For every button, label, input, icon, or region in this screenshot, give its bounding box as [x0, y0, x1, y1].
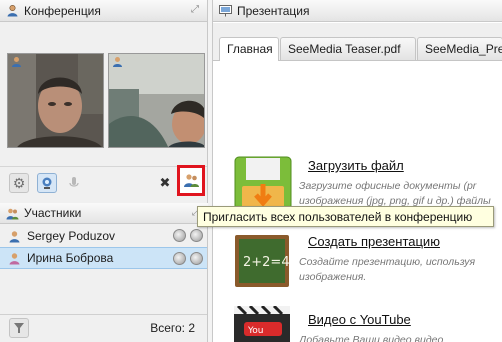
- divider: [0, 166, 207, 167]
- tab-home[interactable]: Главная: [219, 37, 279, 61]
- video-tile-2[interactable]: [108, 53, 205, 148]
- microphone-button[interactable]: [64, 173, 84, 193]
- webcam-status-icon[interactable]: [173, 252, 186, 265]
- conference-panel-header: Конференция ⤢: [0, 0, 207, 22]
- close-icon: ✖: [159, 175, 171, 190]
- participant-name: Ирина Боброва: [27, 251, 114, 265]
- svg-text:2+2=4: 2+2=4: [243, 255, 290, 270]
- video-feed-2: [109, 54, 204, 147]
- filter-button[interactable]: [9, 318, 29, 338]
- user-icon: [9, 230, 20, 242]
- upload-file-description: Загрузите офисные документы (pr изображе…: [299, 180, 491, 207]
- camera-toggle-button[interactable]: [37, 173, 57, 193]
- participants-total: Всего: 2: [150, 321, 195, 335]
- create-presentation-description: Создайте презентацию, используя изображе…: [299, 256, 476, 283]
- upload-file-icon: [234, 156, 292, 212]
- participants-icon: [6, 208, 19, 219]
- settings-button[interactable]: ⚙: [9, 173, 29, 193]
- video-tile-1[interactable]: [7, 53, 104, 148]
- presentation-panel-header: Презентация: [213, 0, 502, 22]
- remove-button[interactable]: ✖: [155, 173, 175, 193]
- participant-badge-icon: [12, 57, 21, 67]
- participants-footer: Всего: 2: [0, 314, 207, 342]
- invite-tooltip: Пригласить всех пользователей в конферен…: [197, 206, 494, 227]
- chalkboard-icon: 2+2=4: [235, 235, 290, 287]
- invite-all-button[interactable]: [177, 165, 205, 196]
- tab-seemedia-teaser[interactable]: SeeMedia Teaser.pdf: [280, 37, 416, 60]
- participant-badge-icon: [113, 57, 122, 67]
- tab-seemedia-pres[interactable]: SeeMedia_Pres: [417, 37, 502, 60]
- tab-label: SeeMedia_Pres: [425, 42, 502, 56]
- presentation-panel-title: Презентация: [237, 3, 310, 18]
- participant-name: Sergey Poduzov: [27, 229, 116, 243]
- microphone-icon: [69, 177, 79, 187]
- upload-file-link[interactable]: Загрузить файл: [308, 158, 404, 173]
- presentation-icon: [219, 5, 232, 17]
- expand-icon[interactable]: ⤢: [191, 5, 201, 15]
- tab-label: Главная: [227, 42, 273, 56]
- user-icon: [9, 252, 20, 264]
- participant-row[interactable]: Sergey Poduzov: [0, 225, 207, 247]
- video-feed-1: [8, 54, 103, 147]
- gear-icon: ⚙: [12, 174, 26, 191]
- webcam-status-icon[interactable]: [173, 229, 186, 242]
- conference-panel: Конференция ⤢ ⚙ ✖ Участники ⤢ Sergey Pod…: [0, 0, 208, 342]
- tab-label: SeeMedia Teaser.pdf: [288, 42, 401, 56]
- svg-text:You: You: [247, 326, 264, 336]
- participant-row-selected[interactable]: Ирина Боброва: [0, 247, 207, 269]
- webcam-icon: [42, 177, 52, 189]
- invite-users-icon: [184, 174, 199, 187]
- create-presentation-link[interactable]: Создать презентацию: [308, 234, 440, 249]
- mic-status-icon[interactable]: [190, 252, 203, 265]
- participants-header: Участники ⤢: [0, 203, 208, 224]
- participants-title: Участники: [24, 206, 82, 220]
- filter-icon: [14, 323, 24, 333]
- youtube-clapper-icon: You: [234, 306, 290, 342]
- youtube-description: Добавьте Ваши видео видео: [299, 334, 444, 342]
- youtube-video-link[interactable]: Видео с YouTube: [308, 312, 411, 327]
- conference-panel-title: Конференция: [24, 3, 101, 18]
- conference-icon: [7, 4, 18, 17]
- mic-status-icon[interactable]: [190, 229, 203, 242]
